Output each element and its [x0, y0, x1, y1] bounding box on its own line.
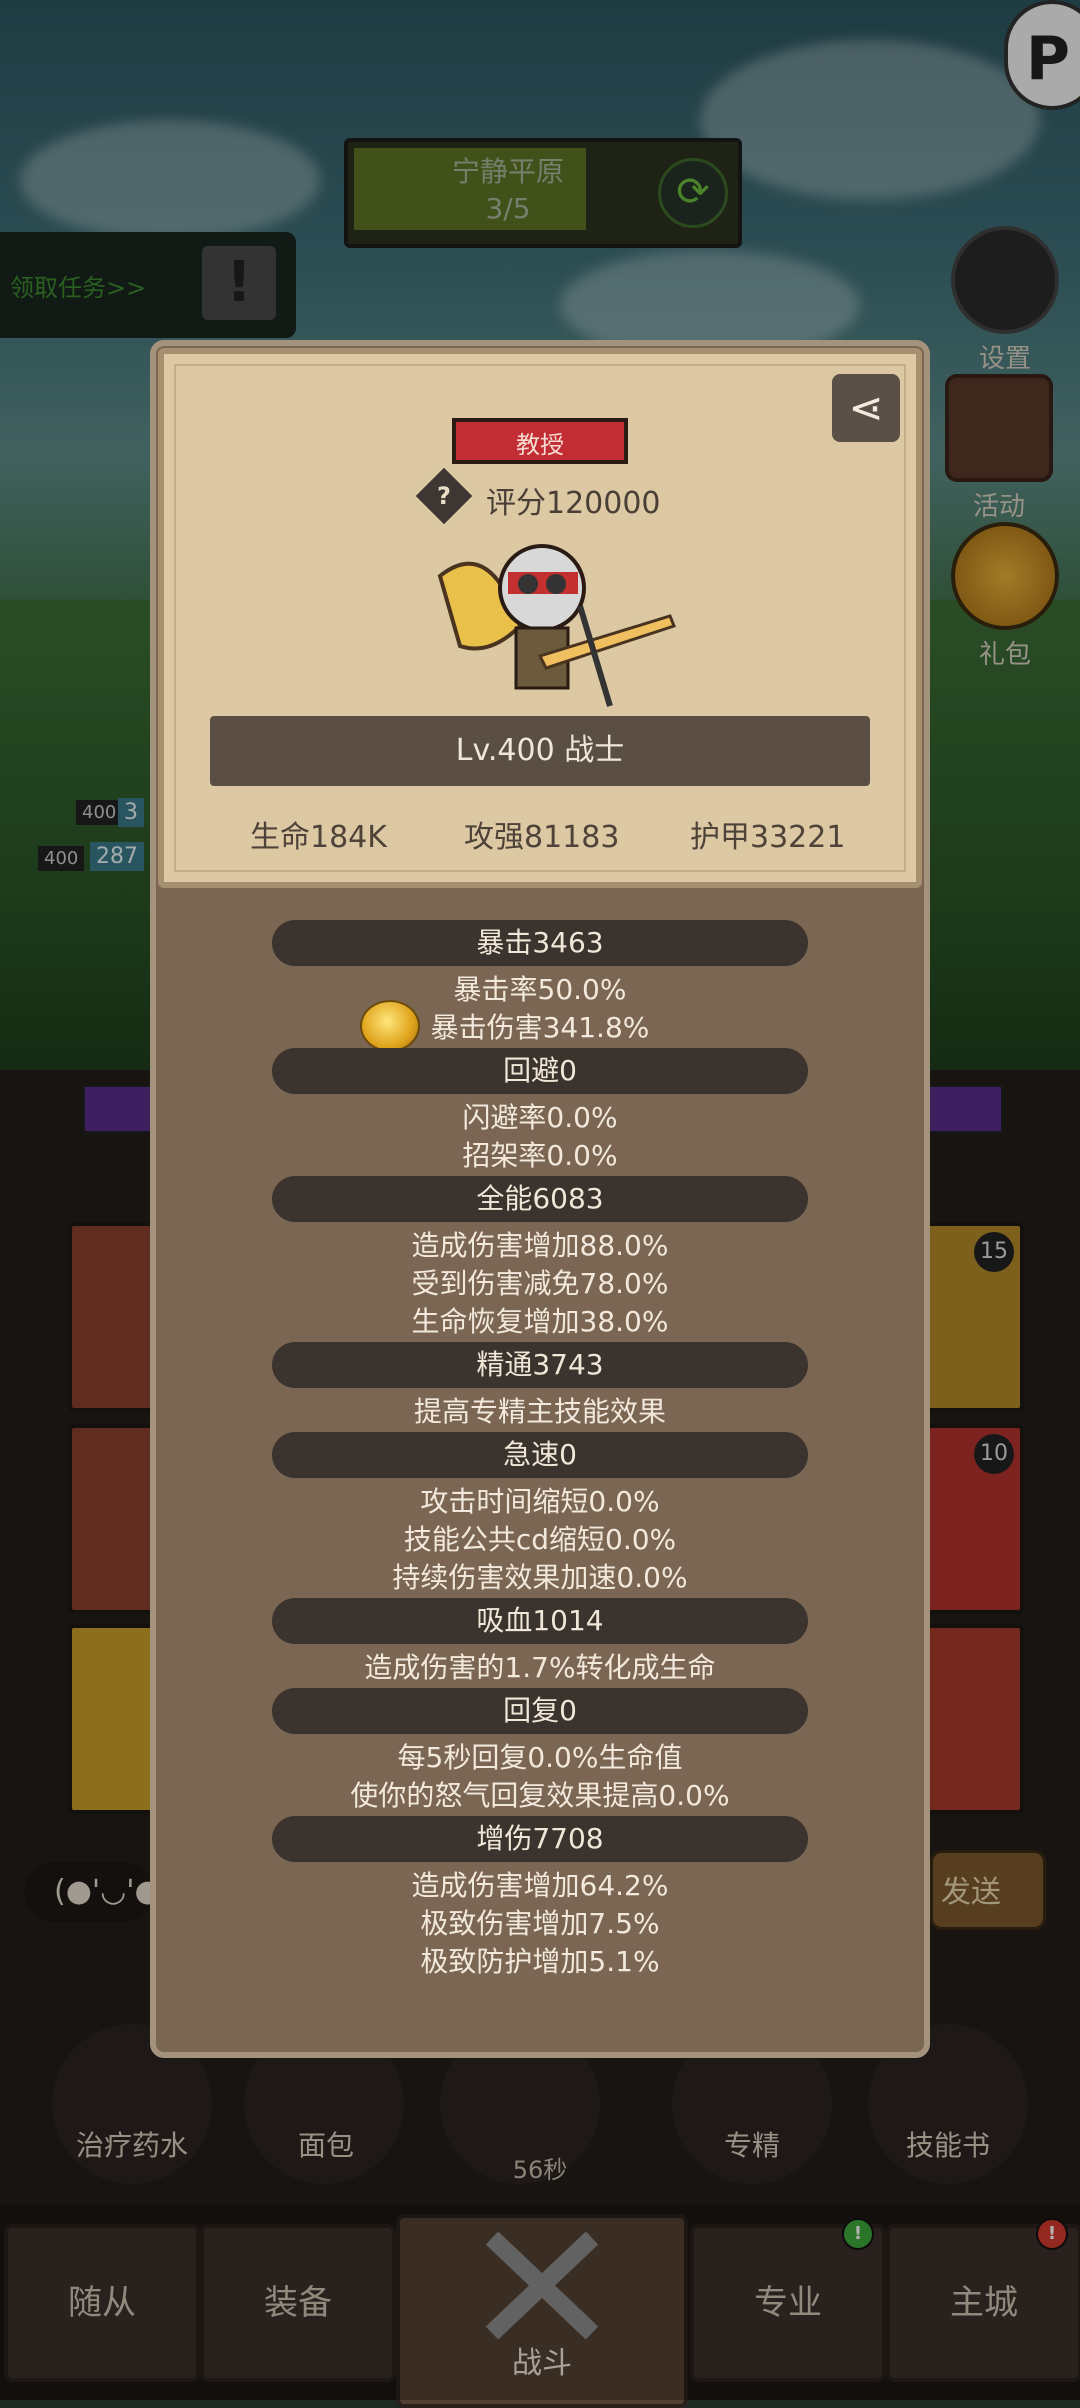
stat-armor: 护甲33221: [690, 820, 846, 855]
stat-line: 暴击伤害341.8%: [430, 1011, 650, 1044]
section-header-haste: 急速0: [272, 1432, 808, 1478]
title-badge: 教授: [452, 418, 628, 464]
section-header-damage-bonus: 增伤7708: [272, 1816, 808, 1862]
section-header-versatility: 全能6083: [272, 1176, 808, 1222]
stat-line: 攻击时间缩短0.0%: [420, 1485, 660, 1518]
stat-line: 技能公共cd缩短0.0%: [403, 1523, 677, 1556]
stat-line: 受到伤害减免78.0%: [411, 1267, 669, 1300]
stat-line: 极致防护增加5.1%: [420, 1945, 660, 1978]
stat-hp: 生命184K: [250, 820, 387, 855]
stat-line: 招架率0.0%: [462, 1139, 618, 1172]
share-icon[interactable]: ⋖: [832, 374, 900, 442]
stat-line: 提高专精主技能效果: [413, 1395, 666, 1428]
stat-attack: 攻强81183: [464, 820, 620, 855]
stat-line: 极致伤害增加7.5%: [420, 1907, 660, 1940]
hero-avatar: [437, 544, 676, 707]
stat-line: 持续伤害效果加速0.0%: [392, 1561, 688, 1594]
stat-line: 造成伤害增加64.2%: [411, 1869, 669, 1902]
score-text: 评分120000: [486, 486, 661, 521]
stat-line: 生命恢复增加38.0%: [411, 1305, 669, 1338]
section-header-mastery: 精通3743: [272, 1342, 808, 1388]
stat-line: 造成伤害增加88.0%: [411, 1229, 669, 1262]
stat-line: 闪避率0.0%: [462, 1101, 618, 1134]
section-header-regen: 回复0: [272, 1688, 808, 1734]
level-class-bar: Lv.400 战士: [210, 716, 870, 786]
section-header-dodge: 回避0: [272, 1048, 808, 1094]
question-mark: ?: [437, 482, 451, 510]
stat-line: 使你的怒气回复效果提高0.0%: [350, 1779, 730, 1812]
section-header-lifesteal: 吸血1014: [272, 1598, 808, 1644]
stat-line: 每5秒回复0.0%生命值: [397, 1741, 683, 1774]
stat-line: 暴击率50.0%: [453, 973, 627, 1006]
stat-line: 造成伤害的1.7%转化成生命: [364, 1651, 716, 1684]
section-header-crit: 暴击3463: [272, 920, 808, 966]
